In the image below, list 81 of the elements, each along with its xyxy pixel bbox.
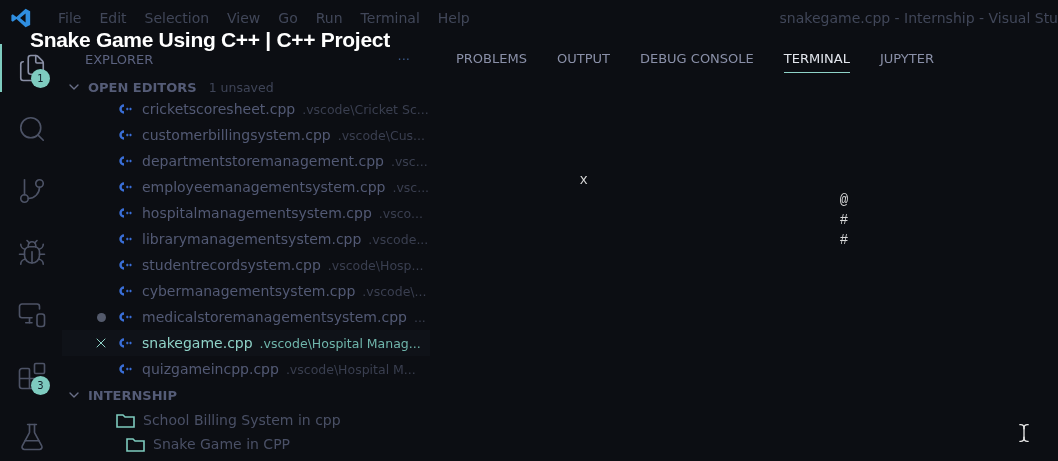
menu-item[interactable]: Terminal: [360, 10, 420, 26]
open-editor-item[interactable]: quizgameincpp.cpp .vscode\Hospital M...: [62, 356, 430, 382]
open-editor-item[interactable]: cybermanagementsystem.cpp .vscode\...: [62, 278, 430, 304]
menu-item[interactable]: Go: [278, 10, 298, 26]
open-editor-item[interactable]: hospitalmanagementsystem.cpp .vsco...: [62, 200, 430, 226]
cpp-file-icon: [116, 311, 132, 323]
panel-tab[interactable]: PROBLEMS: [456, 44, 527, 73]
panel-tab[interactable]: JUPYTER: [879, 44, 934, 73]
open-editor-item[interactable]: studentrecordsystem.cpp .vscode\Hosp...: [62, 252, 430, 278]
file-name: departmentstoremanagement.cpp: [142, 153, 384, 169]
window-title: snakegame.cpp - Internship - Visual Stu: [779, 10, 1058, 26]
terminal-line: x: [578, 171, 588, 190]
cpp-file-icon: [116, 207, 132, 219]
cpp-file-icon: [116, 181, 132, 193]
panel-tab[interactable]: TERMINAL: [783, 44, 850, 73]
file-name: snakegame.cpp: [142, 335, 253, 351]
folder-item[interactable]: Snake Game in CPP: [62, 432, 440, 456]
file-name: cricketscoresheet.cpp: [142, 101, 296, 117]
folder-icon: [116, 412, 135, 428]
blocks-icon: [17, 360, 47, 391]
cpp-file-icon: [116, 337, 132, 349]
file-name: hospitalmanagementsystem.cpp: [142, 205, 372, 221]
file-name: studentrecordsystem.cpp: [142, 257, 321, 273]
menu-item[interactable]: View: [227, 10, 261, 26]
file-path: .vscode\Hospital Manag...: [259, 335, 421, 351]
folder-name: School Billing System in cpp: [143, 412, 341, 428]
sidebar-title: EXPLORER: [85, 51, 154, 67]
file-path: .vscode...: [368, 231, 429, 247]
file-path: .vsc...: [392, 179, 430, 195]
open-editor-item[interactable]: departmentstoremanagement.cpp .vsc...: [62, 148, 430, 174]
file-name: librarymanagementsystem.cpp: [142, 231, 362, 247]
terminal-line: #: [838, 211, 849, 230]
cpp-file-icon: [116, 285, 132, 297]
folder-icon: [126, 436, 145, 452]
app-logo-icon: [10, 7, 32, 29]
file-path: .vsco...: [378, 205, 423, 221]
count-badge: 1: [31, 68, 50, 88]
unsaved-dot-icon: [96, 312, 106, 322]
extensions-activity-button[interactable]: 3: [0, 351, 62, 400]
unsaved-count: 1 unsaved: [208, 79, 274, 95]
cpp-file-icon: [116, 103, 132, 115]
cpp-file-icon: [116, 129, 132, 141]
cpp-file-icon: [116, 259, 132, 271]
menu-item[interactable]: Run: [315, 10, 343, 26]
file-path: .vscode\Hospital M...: [285, 361, 416, 377]
file-path: .vscode\Cus...: [337, 127, 425, 143]
cpp-file-icon: [116, 363, 132, 375]
file-name: employeemanagementsystem.cpp: [142, 179, 386, 195]
menu-item[interactable]: Selection: [144, 10, 210, 26]
open-editor-item[interactable]: librarymanagementsystem.cpp .vscode...: [62, 226, 430, 252]
cpp-file-icon: [116, 233, 132, 245]
count-badge: 3: [31, 376, 50, 396]
file-path: .vscode\Hosp...: [327, 257, 424, 273]
folder-name: Snake Game in CPP: [153, 436, 290, 452]
file-name: customerbillingsystem.cpp: [142, 127, 331, 143]
menu-item[interactable]: Edit: [99, 10, 127, 26]
cpp-file-icon: [116, 155, 132, 167]
panel-tab[interactable]: OUTPUT: [556, 44, 610, 73]
file-path: .vscode\...: [362, 283, 427, 299]
file-name: cybermanagementsystem.cpp: [142, 283, 356, 299]
file-path: ...: [413, 309, 426, 325]
section-title[interactable]: INTERNSHIP: [88, 387, 177, 403]
open-editor-item[interactable]: medicalstoremanagementsystem.cpp ...: [62, 304, 430, 330]
bug-icon: [17, 237, 47, 268]
file-name: quizgameincpp.cpp: [142, 361, 279, 377]
file-path: .vscode\Cricket Sc...: [302, 101, 429, 117]
terminal-line: #: [838, 231, 849, 250]
panel-tab[interactable]: DEBUG CONSOLE: [639, 44, 754, 73]
file-name: medicalstoremanagementsystem.cpp: [142, 309, 407, 325]
section-title[interactable]: OPEN EDITORS: [88, 79, 197, 95]
open-editor-item[interactable]: employeemanagementsystem.cpp .vsc...: [62, 174, 430, 200]
open-editor-item[interactable]: cricketscoresheet.cpp .vscode\Cricket Sc...: [62, 96, 430, 122]
folder-item[interactable]: School Billing System in cpp: [62, 408, 440, 432]
open-editor-item[interactable]: snakegame.cpp .vscode\Hospital Manag...: [62, 330, 430, 356]
more-actions-button[interactable]: ···: [397, 51, 410, 67]
menu-item[interactable]: Help: [437, 10, 470, 26]
terminal-line: @: [838, 191, 849, 210]
file-path: .vsc...: [390, 153, 428, 169]
files-icon: [17, 52, 47, 83]
open-editor-item[interactable]: customerbillingsystem.cpp .vscode\Cus...: [62, 122, 430, 148]
menu-item[interactable]: File: [58, 10, 82, 26]
